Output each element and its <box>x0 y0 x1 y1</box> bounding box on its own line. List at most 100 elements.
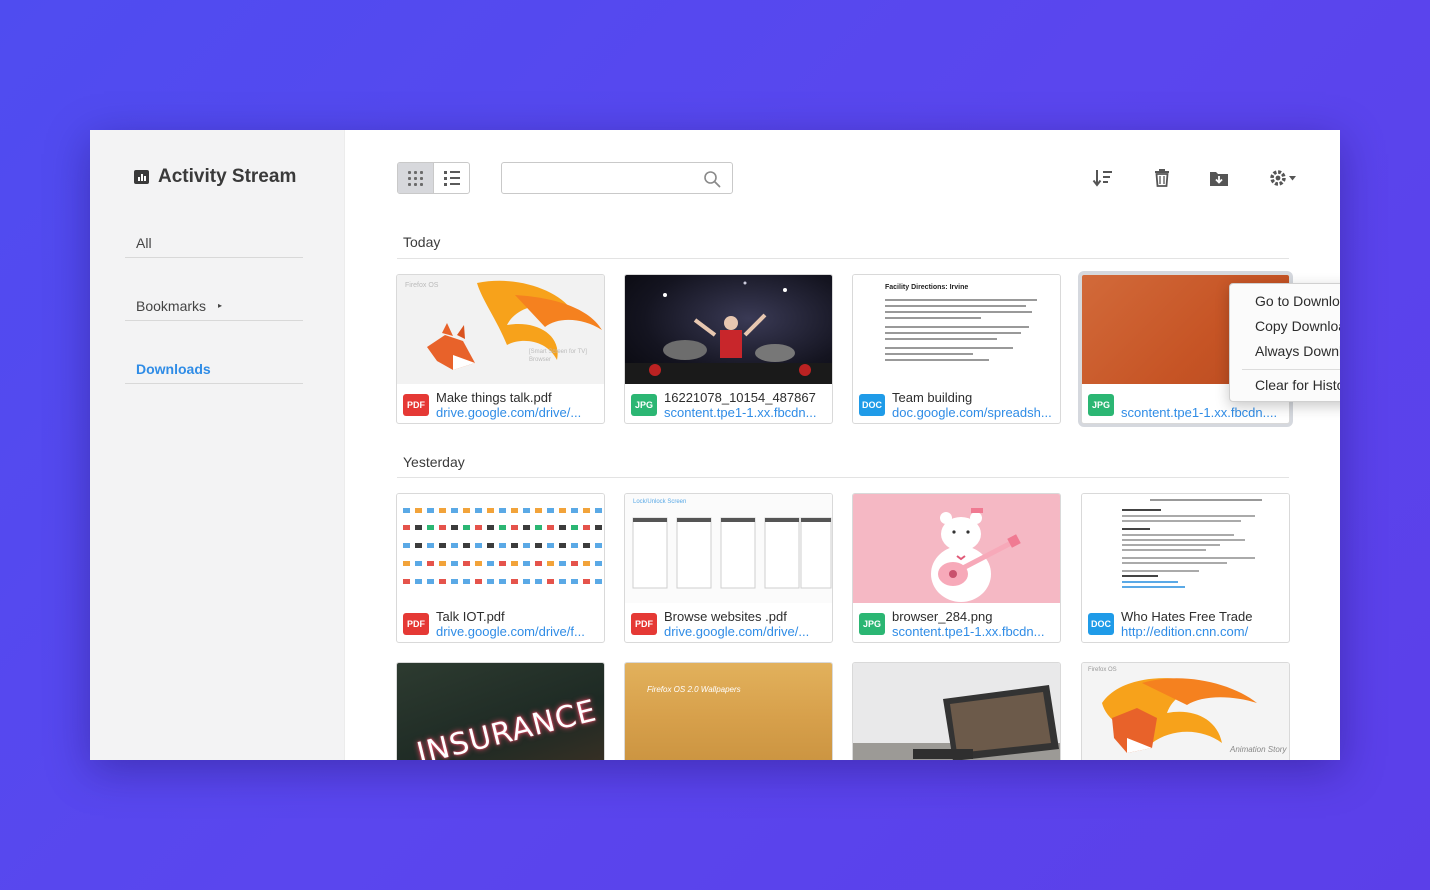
activity-stream-icon <box>134 170 149 184</box>
sidebar-item-label: Downloads <box>136 360 211 377</box>
menu-separator <box>1242 369 1340 370</box>
thumb-text: Firefox OS 2.0 Wallpapers <box>647 685 741 694</box>
card-meta: JPG browser_284.png scontent.tpe1-1.xx.f… <box>853 603 1060 642</box>
delete-button[interactable] <box>1149 166 1175 190</box>
download-card[interactable]: Lock/Unlock Screen PDF Browse websites .… <box>624 493 833 643</box>
thumbnail-document: Facility Directions: Irvine <box>853 275 1060 384</box>
section-title-yesterday: Yesterday <box>403 454 465 470</box>
trash-icon <box>1155 169 1169 187</box>
thumbnail-wireframes: Lock/Unlock Screen <box>625 494 832 603</box>
file-name: Make things talk.pdf <box>436 390 552 405</box>
file-source-link[interactable]: scontent.tpe1-1.xx.fbcdn.... <box>1121 405 1287 420</box>
menu-item-go-to-download-page[interactable]: Go to Download Page <box>1230 289 1340 314</box>
thumbnail-insurance-photo: INSURANCE <box>397 663 604 760</box>
thumb-text: [Smart Screen for TV] Browser <box>529 349 587 363</box>
download-card[interactable]: JPG 16221078_10154_487867 scontent.tpe1-… <box>624 274 833 424</box>
card-meta: DOC Who Hates Free Trade http://edition.… <box>1082 603 1289 642</box>
card-meta: PDF Make things talk.pdf drive.google.co… <box>397 384 604 423</box>
file-name: browser_284.png <box>892 609 993 624</box>
sidebar-item-bookmarks[interactable]: Bookmarks ▸ <box>125 291 303 321</box>
jpg-file-icon: JPG <box>631 394 657 416</box>
iot-icons-illustration <box>403 508 602 584</box>
main-content: Today Firefox OS [Smart Screen for TV] B… <box>345 130 1340 760</box>
pdf-file-icon: PDF <box>631 613 657 635</box>
download-card[interactable]: DOC Who Hates Free Trade http://edition.… <box>1081 493 1290 643</box>
thumbnail-wheat-photo: Firefox OS 2.0 Wallpapers <box>625 663 832 760</box>
card-meta: PDF Browse websites .pdf drive.google.co… <box>625 603 832 642</box>
file-source-link[interactable]: scontent.tpe1-1.xx.fbcdn... <box>664 405 830 420</box>
file-name: Talk IOT.pdf <box>436 609 505 624</box>
menu-item-clear-for-history[interactable]: Clear for History <box>1230 373 1340 398</box>
thumb-text: Facility Directions: Irvine <box>885 284 969 291</box>
file-source-link[interactable]: scontent.tpe1-1.xx.fbcdn... <box>892 624 1058 639</box>
app-title-text: Activity Stream <box>158 166 297 187</box>
card-meta: JPG 16221078_10154_487867 scontent.tpe1-… <box>625 384 832 423</box>
file-source-link[interactable]: drive.google.com/drive/... <box>436 405 602 420</box>
card-meta: DOC Team building doc.google.com/spreads… <box>853 384 1060 423</box>
view-toggle <box>397 162 470 194</box>
firefox-fox-illustration <box>427 280 602 370</box>
app-title: Activity Stream <box>134 166 296 188</box>
menu-item-always-open-file-type[interactable]: Always Download and Open This file Type <box>1230 339 1340 364</box>
wireframe-illustration <box>632 517 832 589</box>
thumbnail-bear-guitar <box>853 494 1060 603</box>
sort-icon <box>1092 170 1112 187</box>
download-card[interactable] <box>852 662 1061 760</box>
laptop-illustration <box>853 685 1060 760</box>
file-source-link[interactable]: drive.google.com/drive/f... <box>436 624 602 639</box>
menu-item-copy-download-link[interactable]: Copy Download Link <box>1230 314 1340 339</box>
sidebar-item-label: All <box>136 234 152 251</box>
sidebar: Activity Stream All Bookmarks ▸ Download… <box>90 130 345 760</box>
file-source-link[interactable]: drive.google.com/drive/... <box>664 624 830 639</box>
section-title-today: Today <box>403 234 441 250</box>
download-card[interactable]: Firefox OS 2.0 Wallpapers <box>624 662 833 760</box>
thumbnail-laptop-photo <box>853 663 1060 760</box>
grid-view-button[interactable] <box>398 163 434 193</box>
bear-guitar-illustration <box>931 508 1021 602</box>
download-card[interactable]: Firefox OS Animation Story <box>1081 662 1290 760</box>
document-text-lines <box>885 299 1045 365</box>
download-folder-icon <box>1210 172 1228 186</box>
jpg-file-icon: JPG <box>859 613 885 635</box>
download-card[interactable]: JPG browser_284.png scontent.tpe1-1.xx.f… <box>852 493 1061 643</box>
file-name: 16221078_10154_487867 <box>664 390 816 405</box>
context-menu: Go to Download Page Copy Download Link A… <box>1229 283 1340 402</box>
file-source-link[interactable]: http://edition.cnn.com/ <box>1121 624 1287 639</box>
download-card[interactable]: Facility Directions: Irvine DOC Team bui… <box>852 274 1061 424</box>
sidebar-nav: All Bookmarks ▸ Downloads <box>125 228 303 417</box>
doc-file-icon: DOC <box>1088 613 1114 635</box>
settings-menu-button[interactable] <box>1267 166 1301 190</box>
app-window: Activity Stream All Bookmarks ▸ Download… <box>90 130 1340 760</box>
section-divider <box>397 258 1289 259</box>
sidebar-item-label: Bookmarks <box>136 297 207 314</box>
file-name: Who Hates Free Trade <box>1121 609 1253 624</box>
document-text-lines <box>1122 499 1262 591</box>
sidebar-item-downloads[interactable]: Downloads <box>125 354 303 384</box>
thumbnail-drummer-photo <box>625 275 832 384</box>
jpg-file-icon: JPG <box>1088 394 1114 416</box>
sort-button[interactable] <box>1090 166 1116 190</box>
sidebar-item-all[interactable]: All <box>125 228 303 258</box>
file-name: Browse websites .pdf <box>664 609 787 624</box>
list-view-button[interactable] <box>434 163 469 193</box>
thumb-text: INSURANCE <box>413 693 601 760</box>
search-input[interactable] <box>502 163 692 193</box>
doc-file-icon: DOC <box>859 394 885 416</box>
search-box <box>501 162 733 194</box>
concert-photo-illustration <box>625 281 832 384</box>
caret-right-icon: ▸ <box>218 301 223 310</box>
thumbnail-firefox-story: Firefox OS Animation Story <box>1082 663 1289 760</box>
search-icon[interactable] <box>703 170 721 188</box>
pdf-file-icon: PDF <box>403 394 429 416</box>
file-source-link[interactable]: doc.google.com/spreadsh... <box>892 405 1058 420</box>
download-card[interactable]: Firefox OS [Smart Screen for TV] Browser… <box>396 274 605 424</box>
open-downloads-folder-button[interactable] <box>1206 166 1232 190</box>
download-card[interactable]: PDF Talk IOT.pdf drive.google.com/drive/… <box>396 493 605 643</box>
thumbnail-icon-grid <box>397 494 604 603</box>
card-meta: PDF Talk IOT.pdf drive.google.com/drive/… <box>397 603 604 642</box>
download-card[interactable]: INSURANCE <box>396 662 605 760</box>
settings-gear-icon <box>1270 170 1296 186</box>
thumbnail-document <box>1082 494 1289 603</box>
file-name: Team building <box>892 390 973 405</box>
list-view-icon <box>443 170 460 186</box>
